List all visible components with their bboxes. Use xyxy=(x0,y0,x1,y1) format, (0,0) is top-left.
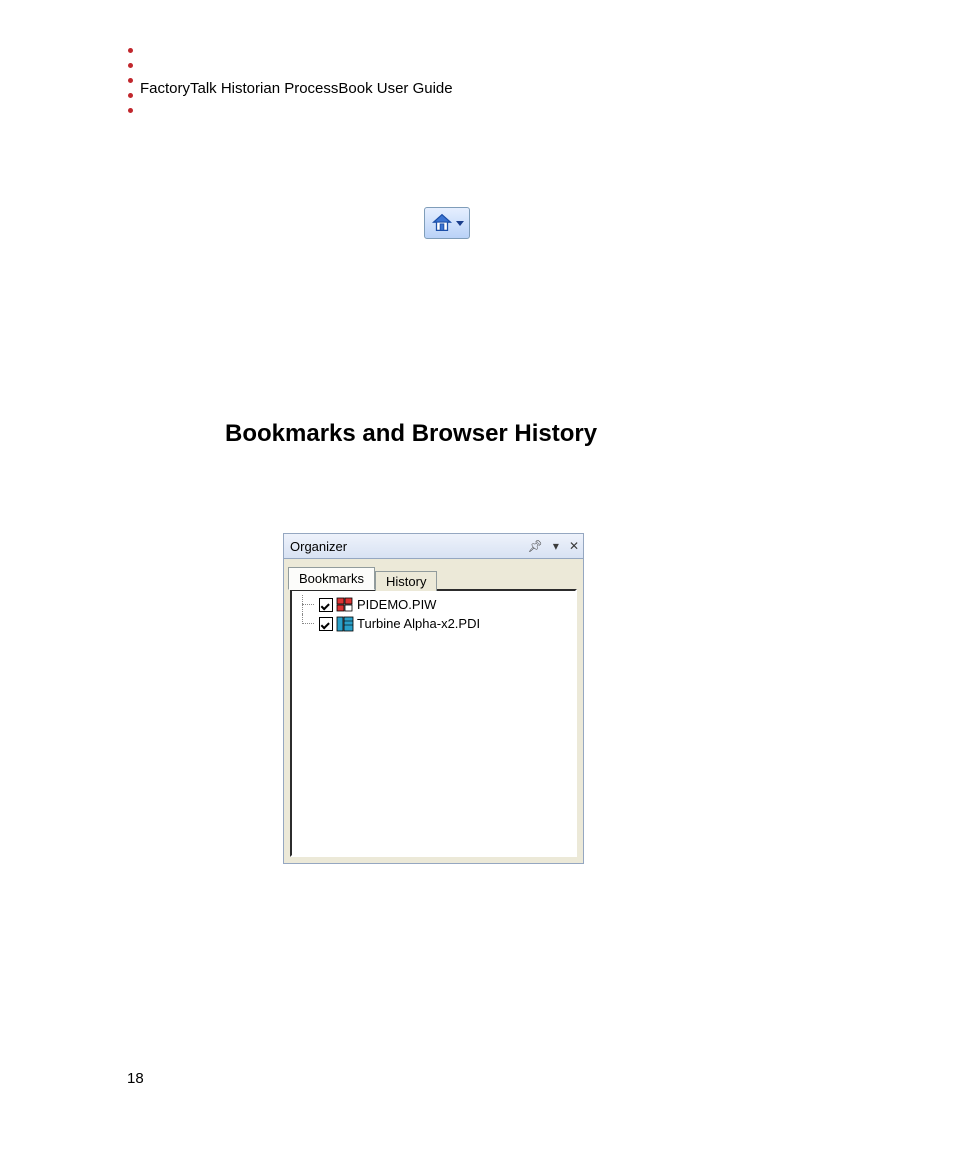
home-button[interactable] xyxy=(424,207,470,239)
section-heading: Bookmarks and Browser History xyxy=(225,420,597,448)
dropdown-caret-icon xyxy=(456,221,464,226)
bookmarks-tree: PIDEMO.PIW Turbine Alpha-x2.PDI xyxy=(290,589,577,857)
organizer-title-label: Organizer xyxy=(290,539,528,554)
display-file-icon xyxy=(336,616,354,632)
decorative-dots xyxy=(128,48,133,113)
bookmark-item[interactable]: PIDEMO.PIW xyxy=(294,595,573,614)
organizer-titlebar: Organizer 📌︎ ▾ ✕ xyxy=(284,534,583,559)
dot xyxy=(128,78,133,83)
dot xyxy=(128,93,133,98)
bookmark-label: Turbine Alpha-x2.PDI xyxy=(357,616,480,631)
tab-history[interactable]: History xyxy=(375,571,437,591)
running-header: FactoryTalk Historian ProcessBook User G… xyxy=(140,80,453,97)
dropdown-icon[interactable]: ▾ xyxy=(553,540,559,552)
close-icon[interactable]: ✕ xyxy=(569,540,579,552)
dot xyxy=(128,48,133,53)
workbook-file-icon xyxy=(336,597,354,613)
pin-icon[interactable]: 📌︎ xyxy=(528,540,543,552)
checkbox-checked-icon[interactable] xyxy=(319,598,333,612)
dot xyxy=(128,108,133,113)
page-number: 18 xyxy=(127,1070,144,1087)
checkbox-checked-icon[interactable] xyxy=(319,617,333,631)
tree-connector xyxy=(294,614,316,633)
dot xyxy=(128,63,133,68)
home-icon xyxy=(431,212,453,234)
titlebar-controls: 📌︎ ▾ ✕ xyxy=(528,540,579,552)
tree-connector xyxy=(294,595,316,614)
tab-strip: Bookmarks History xyxy=(284,559,583,589)
tab-bookmarks[interactable]: Bookmarks xyxy=(288,567,375,590)
bookmark-item[interactable]: Turbine Alpha-x2.PDI xyxy=(294,614,573,633)
bookmark-label: PIDEMO.PIW xyxy=(357,597,436,612)
organizer-panel: Organizer 📌︎ ▾ ✕ Bookmarks History PIDEM… xyxy=(283,533,584,864)
